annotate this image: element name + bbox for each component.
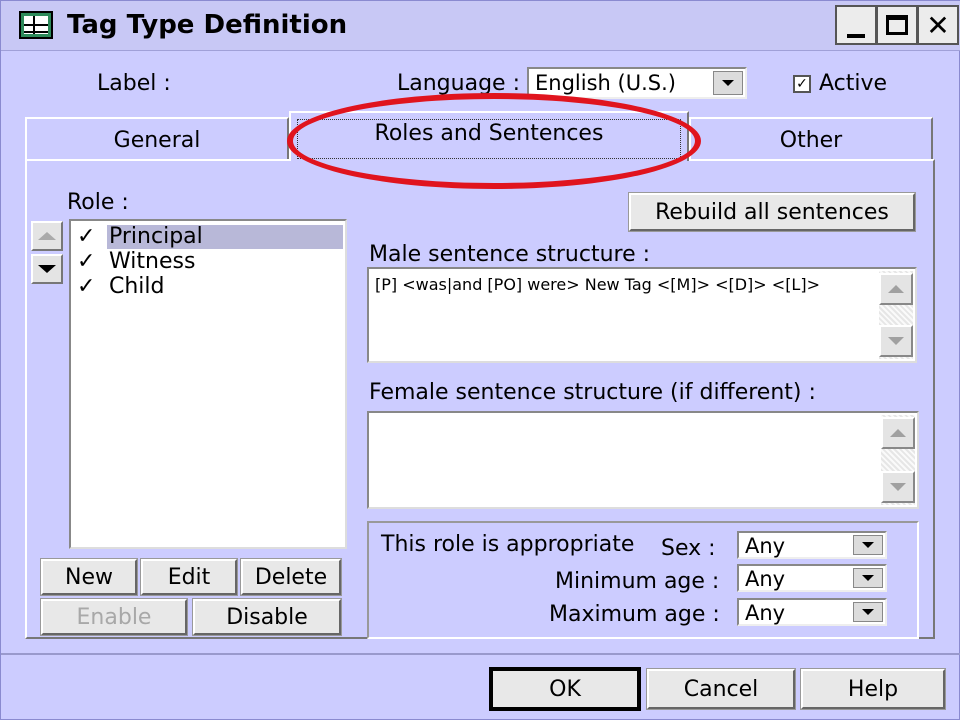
- disable-button[interactable]: Disable: [192, 598, 342, 636]
- chevron-down-icon[interactable]: [853, 602, 883, 622]
- language-caption: Language :: [397, 71, 520, 96]
- scroll-up-icon[interactable]: [881, 417, 915, 449]
- edit-button[interactable]: Edit: [140, 558, 238, 596]
- maximize-icon: [886, 15, 908, 35]
- role-list[interactable]: ✓ Principal ✓ Witness ✓ Child: [69, 219, 347, 549]
- window-title: Tag Type Definition: [67, 10, 348, 40]
- check-icon: ✓: [77, 274, 96, 299]
- male-sentence-text: [P] <was|and [PO] were> New Tag <[M]> <[…: [375, 275, 820, 294]
- maximize-button[interactable]: [876, 5, 918, 45]
- role-caption: Role :: [67, 190, 129, 215]
- table-icon: [19, 11, 53, 39]
- minimum-age-label: Minimum age :: [555, 569, 720, 594]
- footer-divider: [1, 653, 960, 655]
- tab-general[interactable]: General: [25, 117, 289, 161]
- maximum-age-value: Any: [745, 601, 786, 625]
- title-bar: Tag Type Definition ✕: [1, 1, 960, 51]
- minimize-button[interactable]: [835, 5, 877, 45]
- sex-select[interactable]: Any: [737, 531, 887, 559]
- tab-general-label: General: [113, 127, 201, 153]
- female-sentence-scrollbar[interactable]: [881, 415, 915, 505]
- sex-label: Sex :: [661, 536, 716, 561]
- maximum-age-select[interactable]: Any: [737, 598, 887, 626]
- scroll-down-icon[interactable]: [879, 325, 913, 357]
- close-icon: ✕: [926, 8, 950, 42]
- rebuild-all-sentences-button[interactable]: Rebuild all sentences: [628, 192, 916, 232]
- tab-other[interactable]: Other: [689, 117, 933, 161]
- close-button[interactable]: ✕: [917, 5, 959, 45]
- appropriate-caption: This role is appropriate: [381, 532, 635, 557]
- minimize-icon: [847, 34, 865, 38]
- cancel-button[interactable]: Cancel: [646, 668, 796, 710]
- sex-value: Any: [745, 534, 786, 558]
- language-value: English (U.S.): [535, 71, 676, 95]
- new-button[interactable]: New: [40, 558, 138, 596]
- language-select[interactable]: English (U.S.): [527, 67, 747, 99]
- arrow-down-icon: [38, 265, 56, 273]
- tab-other-label: Other: [779, 127, 843, 153]
- tab-roles-and-sentences-label: Roles and Sentences: [374, 120, 604, 146]
- check-icon: ✓: [77, 249, 96, 274]
- tab-roles-and-sentences[interactable]: Roles and Sentences: [289, 111, 689, 161]
- maximum-age-label: Maximum age :: [549, 602, 720, 627]
- chevron-down-icon[interactable]: [853, 535, 883, 555]
- minimum-age-select[interactable]: Any: [737, 564, 887, 592]
- active-label: Active: [819, 71, 888, 96]
- label-caption: Label :: [97, 71, 171, 96]
- delete-button[interactable]: Delete: [240, 558, 342, 596]
- list-item[interactable]: ✓ Principal: [77, 225, 343, 249]
- arrow-up-icon: [38, 232, 56, 240]
- male-sentence-caption: Male sentence structure :: [369, 242, 651, 267]
- enable-button[interactable]: Enable: [40, 598, 188, 636]
- scroll-down-icon[interactable]: [881, 471, 915, 503]
- list-item[interactable]: ✓ Witness: [77, 250, 343, 274]
- female-sentence-caption: Female sentence structure (if different)…: [369, 380, 816, 405]
- chevron-down-icon[interactable]: [853, 568, 883, 588]
- ok-button[interactable]: OK: [489, 667, 641, 711]
- tag-type-definition-dialog: Tag Type Definition ✕ Label : Language :…: [0, 0, 960, 720]
- male-sentence-field[interactable]: [P] <was|and [PO] were> New Tag <[M]> <[…: [367, 267, 917, 363]
- move-down-button[interactable]: [31, 254, 63, 284]
- active-checkbox[interactable]: ✓: [793, 75, 811, 93]
- minimum-age-value: Any: [745, 567, 786, 591]
- list-item[interactable]: ✓ Child: [77, 275, 343, 299]
- female-sentence-field[interactable]: [367, 411, 919, 509]
- check-icon: ✓: [77, 224, 96, 249]
- help-button[interactable]: Help: [800, 668, 946, 710]
- chevron-down-icon[interactable]: [713, 71, 743, 95]
- move-up-button[interactable]: [31, 221, 63, 251]
- scroll-up-icon[interactable]: [879, 273, 913, 305]
- male-sentence-scrollbar[interactable]: [879, 271, 913, 359]
